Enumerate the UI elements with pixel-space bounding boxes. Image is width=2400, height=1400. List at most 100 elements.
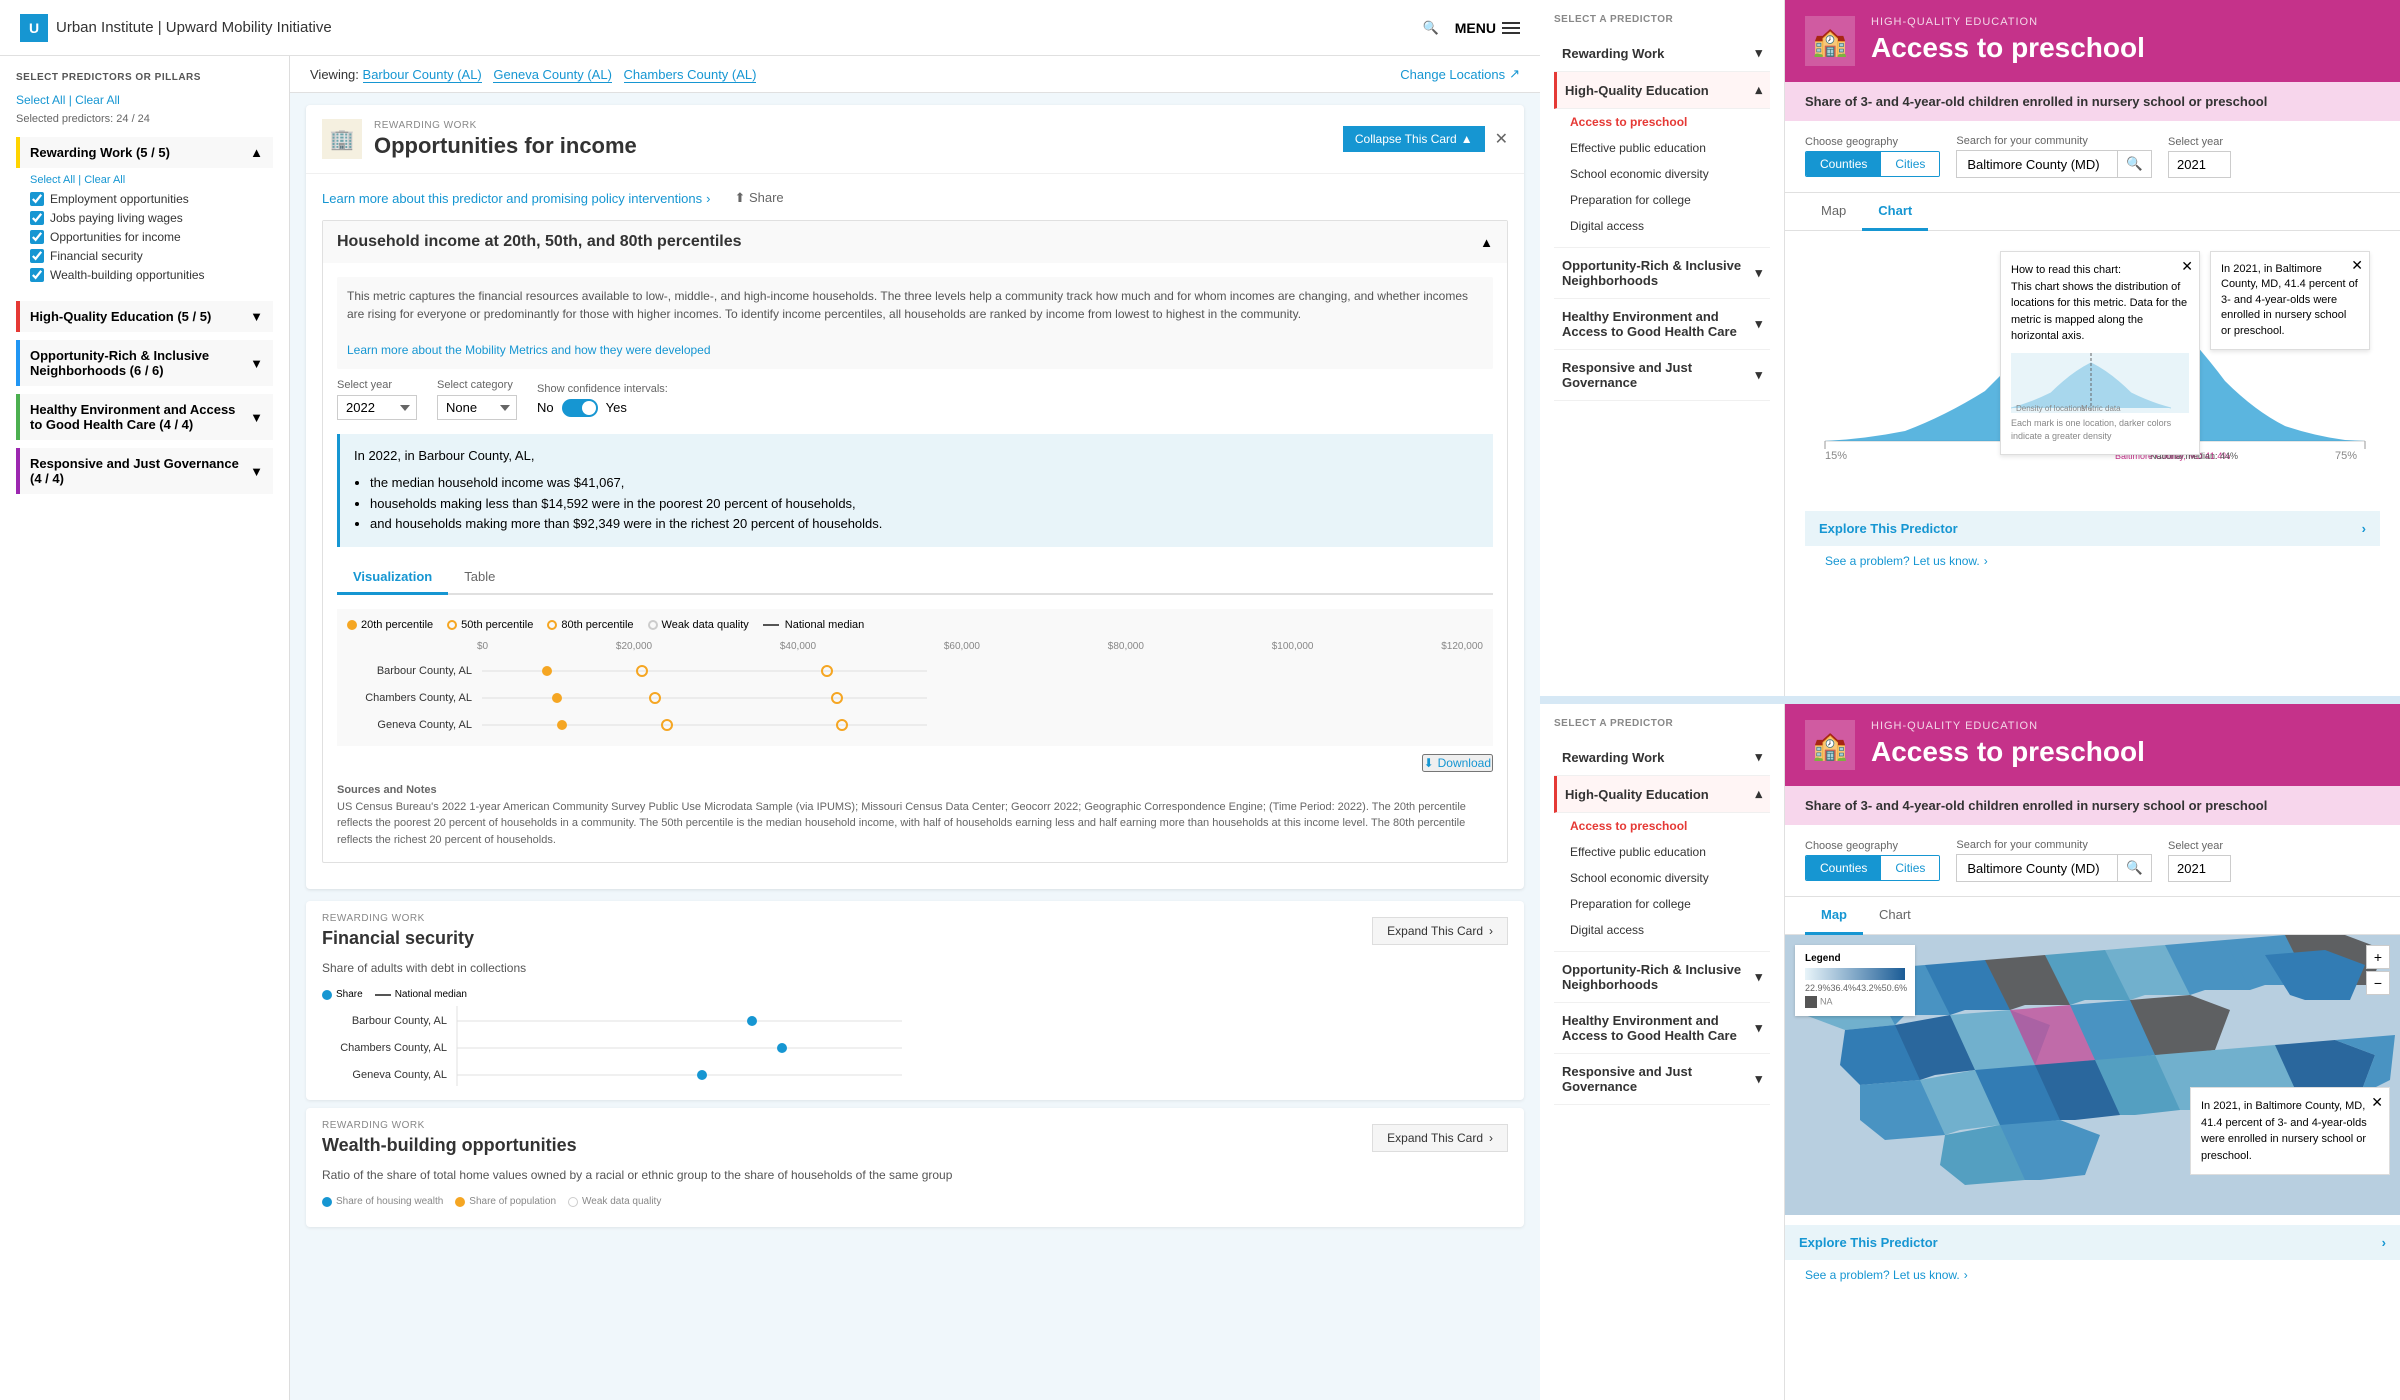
tab-visualization[interactable]: Visualization <box>337 561 448 595</box>
sidebar-select-links: Select All | Clear All <box>16 93 273 107</box>
share-link[interactable]: ⬆ Share <box>734 190 783 206</box>
menu-button[interactable]: MENU <box>1455 20 1520 36</box>
card-actions: Collapse This Card ▲ ✕ <box>1343 126 1508 152</box>
predictor-item-neighborhoods-bottom[interactable]: Opportunity-Rich & Inclusive Neighborhoo… <box>1554 952 1770 1003</box>
predictor-item-rewarding-top[interactable]: Rewarding Work ▾ <box>1554 35 1770 72</box>
download-button[interactable]: ⬇ Download <box>1422 754 1493 772</box>
top-chart-tab[interactable]: Chart <box>1862 193 1928 231</box>
year-select[interactable]: 2022 <box>337 395 417 420</box>
category-select[interactable]: None <box>437 395 517 420</box>
bottom-search-input[interactable] <box>1957 855 2117 881</box>
top-geo-counties[interactable]: Counties <box>1806 152 1881 176</box>
search-icon[interactable]: 🔍 <box>1423 20 1439 36</box>
top-detail-header-text: HIGH-QUALITY EDUCATION Access to prescho… <box>1871 16 2145 64</box>
checkbox-wealth[interactable] <box>30 268 44 282</box>
chart-legend: 20th percentile 50th percentile <box>347 619 1483 631</box>
close-card-button[interactable]: ✕ <box>1495 129 1508 149</box>
insight-text: In 2022, in Barbour County, AL, <box>354 446 1479 467</box>
zoom-out-button[interactable]: − <box>2366 971 2390 995</box>
top-explore-predictor-btn[interactable]: Explore This Predictor › <box>1805 511 2380 546</box>
expand-wealth-button[interactable]: Expand This Card › <box>1372 1124 1508 1152</box>
top-geo-cities[interactable]: Cities <box>1881 152 1939 176</box>
tab-table[interactable]: Table <box>448 561 511 595</box>
top-search-button[interactable]: 🔍 <box>2117 151 2151 177</box>
predictor-item-education-bottom[interactable]: High-Quality Education ▴ <box>1554 776 1770 813</box>
learn-more-metrics-link[interactable]: Learn more about the Mobility Metrics an… <box>347 343 711 357</box>
bottom-geo-counties[interactable]: Counties <box>1806 856 1881 880</box>
bottom-explore-predictor-btn[interactable]: Explore This Predictor › <box>1785 1225 2400 1260</box>
sub-metric-title: Household income at 20th, 50th, and 80th… <box>337 233 742 251</box>
pillar-header-neighborhoods[interactable]: Opportunity-Rich & Inclusive Neighborhoo… <box>16 340 273 386</box>
checkbox-employment[interactable] <box>30 192 44 206</box>
county-link-chambers[interactable]: Chambers County (AL) <box>624 67 757 83</box>
collapse-card-button[interactable]: Collapse This Card ▲ <box>1343 126 1485 152</box>
dot-geneva-p20 <box>557 720 567 730</box>
top-see-problem-link[interactable]: See a problem? Let us know. › <box>1805 546 2380 576</box>
confidence-toggle[interactable] <box>562 399 598 417</box>
top-map-tab[interactable]: Map <box>1805 193 1862 231</box>
how-to-close-icon[interactable]: ✕ <box>2181 256 2193 277</box>
insight-close-icon-top[interactable]: ✕ <box>2351 256 2363 276</box>
expand-financial-button[interactable]: Expand This Card › <box>1372 917 1508 945</box>
checkbox-opp-income[interactable] <box>30 230 44 244</box>
bottom-geo-tabs: Counties Cities <box>1805 855 1940 881</box>
year-control: Select year 2022 <box>337 379 417 420</box>
predictor-item-rewarding-bottom[interactable]: Rewarding Work ▾ <box>1554 739 1770 776</box>
bottom-search-button[interactable]: 🔍 <box>2117 855 2151 881</box>
card-body: Learn more about this predictor and prom… <box>306 174 1524 889</box>
pillar-header-health[interactable]: Healthy Environment and Access to Good H… <box>16 394 273 440</box>
pillar-label-health: Healthy Environment and Access to Good H… <box>30 402 250 432</box>
sub-predictor-college-top[interactable]: Preparation for college <box>1562 187 1770 213</box>
legend-na: NA <box>1805 996 1905 1008</box>
sub-predictor-diversity-bottom[interactable]: School economic diversity <box>1562 865 1770 891</box>
top-search-input[interactable] <box>1957 151 2117 177</box>
svg-text:Barbour County, AL: Barbour County, AL <box>352 1015 447 1027</box>
top-year-select[interactable]: 2021 <box>2168 151 2231 178</box>
checkbox-financial-security[interactable] <box>30 249 44 263</box>
sub-predictor-preschool-top[interactable]: Access to preschool <box>1562 109 1770 135</box>
insight-tooltip-text-top: In 2021, in Baltimore County, MD, 41.4 p… <box>2221 262 2359 339</box>
top-detail-subtitle: Share of 3- and 4-year-old children enro… <box>1785 82 2400 121</box>
clear-all-rewarding[interactable]: Clear All <box>84 174 125 186</box>
sub-predictor-education-top[interactable]: Effective public education <box>1562 135 1770 161</box>
bottom-year-select[interactable]: 2021 <box>2168 855 2231 882</box>
bottom-chart-tab[interactable]: Chart <box>1863 897 1927 935</box>
bottom-map-container: Legend 22.9% 36.4% 43.2% 50.6% NA <box>1785 935 2400 1215</box>
predictor-item-health-top[interactable]: Healthy Environment and Access to Good H… <box>1554 299 1770 350</box>
sub-predictor-preschool-bottom[interactable]: Access to preschool <box>1562 813 1770 839</box>
predictor-item-education-top[interactable]: High-Quality Education ▴ <box>1554 72 1770 109</box>
predictor-item-governance-bottom[interactable]: Responsive and Just Governance ▾ <box>1554 1054 1770 1105</box>
bottom-search-community: 🔍 <box>1956 854 2152 882</box>
sub-predictor-college-bottom[interactable]: Preparation for college <box>1562 891 1770 917</box>
checkbox-jobs-wages[interactable] <box>30 211 44 225</box>
learn-more-link[interactable]: Learn more about this predictor and prom… <box>322 190 1508 206</box>
pillar-education: High-Quality Education (5 / 5) ▼ <box>16 301 273 332</box>
pillar-header-governance[interactable]: Responsive and Just Governance (4 / 4) ▼ <box>16 448 273 494</box>
bottom-see-problem-link[interactable]: See a problem? Let us know. › <box>1785 1260 2400 1290</box>
select-all-rewarding[interactable]: Select All <box>30 174 75 186</box>
pillar-header-education[interactable]: High-Quality Education (5 / 5) ▼ <box>16 301 273 332</box>
predictor-item-health-bottom[interactable]: Healthy Environment and Access to Good H… <box>1554 1003 1770 1054</box>
sub-predictor-digital-top[interactable]: Digital access <box>1562 213 1770 239</box>
predictor-item-governance-top[interactable]: Responsive and Just Governance ▾ <box>1554 350 1770 401</box>
map-tooltip-close-icon[interactable]: ✕ <box>2371 1092 2383 1113</box>
sub-metric-body: This metric captures the financial resou… <box>323 263 1507 862</box>
clear-all-link[interactable]: Clear All <box>75 93 120 107</box>
svg-text:75%: 75% <box>2335 450 2357 461</box>
predictor-item-neighborhoods-top[interactable]: Opportunity-Rich & Inclusive Neighborhoo… <box>1554 248 1770 299</box>
zoom-in-button[interactable]: + <box>2366 945 2390 969</box>
sub-metric-header[interactable]: Household income at 20th, 50th, and 80th… <box>323 221 1507 263</box>
sub-predictor-digital-bottom[interactable]: Digital access <box>1562 917 1770 943</box>
county-link-geneva[interactable]: Geneva County (AL) <box>493 67 612 83</box>
county-link-barbour[interactable]: Barbour County (AL) <box>363 67 482 83</box>
sub-predictor-education-bottom[interactable]: Effective public education <box>1562 839 1770 865</box>
chevron-down-icon-gb: ▾ <box>1755 1071 1762 1087</box>
card-header-left: 🏢 REWARDING WORK Opportunities for incom… <box>322 119 637 159</box>
change-locations-button[interactable]: Change Locations ↗ <box>1400 66 1520 82</box>
pillar-header-rewarding[interactable]: Rewarding Work (5 / 5) ▲ <box>16 137 273 168</box>
bottom-geo-cities[interactable]: Cities <box>1881 856 1939 880</box>
sub-predictor-diversity-top[interactable]: School economic diversity <box>1562 161 1770 187</box>
bottom-map-tab[interactable]: Map <box>1805 897 1863 935</box>
select-all-link[interactable]: Select All <box>16 93 65 107</box>
sidebar: SELECT PREDICTORS OR PILLARS Select All … <box>0 56 290 1400</box>
